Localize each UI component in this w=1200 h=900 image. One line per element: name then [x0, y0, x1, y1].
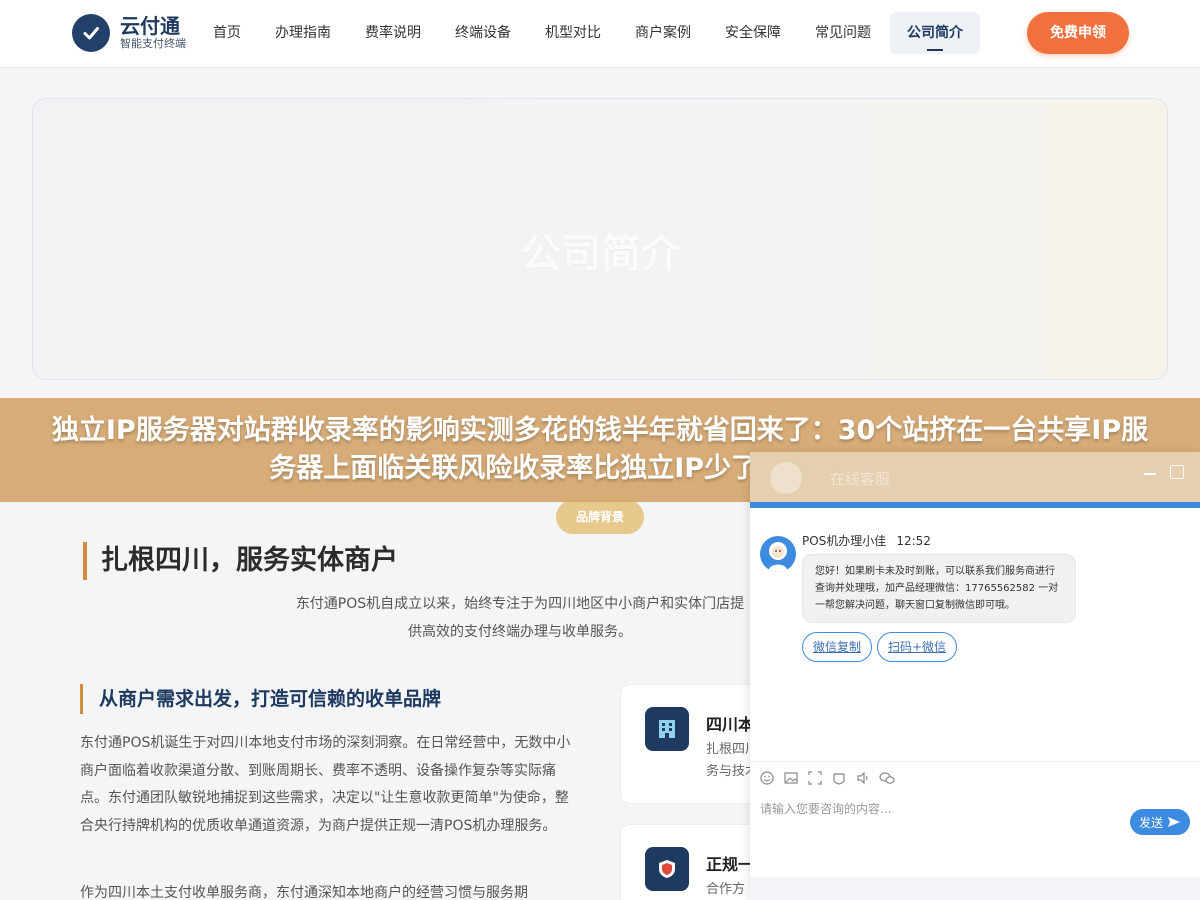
message-time: 12:52 — [896, 534, 931, 548]
chat-header: 在线客服 — [750, 452, 1200, 504]
brand-name: 云付通 — [120, 14, 180, 38]
chat-footer — [750, 877, 1200, 900]
copy-wechat-button[interactable]: 微信复制 — [802, 632, 872, 662]
agent-avatar — [760, 536, 796, 572]
nav-cases[interactable]: 商户案例 — [618, 12, 708, 54]
nav-faq[interactable]: 常见问题 — [798, 12, 888, 54]
building-icon — [645, 707, 689, 751]
hero-banner: 公司简介 — [32, 98, 1168, 380]
hero-title: 公司简介 — [521, 231, 681, 277]
section-badge: 品牌背景 — [556, 500, 644, 534]
scan-wechat-button[interactable]: 扫码+微信 — [877, 632, 957, 662]
story-paragraph-2: 作为四川本土支付收单服务商，东付通深知本地商户的经营习惯与服务期 — [80, 885, 528, 900]
nav-devices[interactable]: 终端设备 — [438, 12, 528, 54]
check-logo-icon — [72, 14, 110, 52]
brand-logo[interactable]: 云付通 智能支付终端 — [72, 14, 186, 52]
shield-icon — [645, 847, 689, 891]
section-description: 东付通POS机自成立以来，始终专注于为四川地区中小商户和实体门店提供高效的支付终… — [295, 596, 745, 640]
story-title: 从商户需求出发，打造可信赖的收单品牌 — [80, 684, 441, 714]
chat-header-stripe — [750, 502, 1200, 508]
voice-icon[interactable] — [854, 769, 872, 787]
send-button[interactable]: 发送 — [1130, 809, 1190, 835]
nav-guide[interactable]: 办理指南 — [258, 12, 348, 54]
site-header: 云付通 智能支付终端 首页 办理指南 费率说明 终端设备 机型对比 商户案例 安… — [0, 0, 1200, 68]
agent-name: POS机办理小佳 12:52 — [802, 534, 931, 548]
nav-rates[interactable]: 费率说明 — [348, 12, 438, 54]
wechat-icon[interactable] — [878, 769, 896, 787]
chat-header-avatar — [770, 462, 802, 494]
nav-security[interactable]: 安全保障 — [708, 12, 798, 54]
screenshot-icon[interactable] — [806, 769, 824, 787]
image-icon[interactable] — [782, 769, 800, 787]
chat-message: 您好！如果刷卡未及时到账，可以联系我们服务商进行查询并处理哦，加产品经理微信：1… — [802, 554, 1076, 623]
card-title: 四川本 — [706, 715, 755, 734]
emoji-icon[interactable] — [758, 769, 776, 787]
nav-home[interactable]: 首页 — [196, 12, 258, 54]
brand-tagline: 智能支付终端 — [120, 37, 186, 50]
rating-icon[interactable] — [830, 769, 848, 787]
chat-message-input[interactable] — [760, 799, 1120, 819]
maximize-icon[interactable] — [1170, 465, 1184, 479]
chat-widget: 在线客服 POS机办理小佳 12:52 您好！如果刷卡未及时到账，可以联系我们服务… — [750, 452, 1200, 900]
chat-toolbar — [758, 768, 902, 788]
main-nav: 首页 办理指南 费率说明 终端设备 机型对比 商户案例 安全保障 常见问题 公司… — [196, 12, 980, 54]
minimize-icon[interactable] — [1142, 466, 1158, 482]
chat-divider — [750, 761, 1200, 762]
nav-compare[interactable]: 机型对比 — [528, 12, 618, 54]
nav-about[interactable]: 公司简介 — [890, 12, 980, 54]
card-title: 正规一 — [706, 855, 755, 874]
section-title: 扎根四川，服务实体商户 — [83, 542, 398, 580]
chat-header-title: 在线客服 — [830, 470, 891, 488]
send-arrow-icon — [1168, 817, 1180, 827]
apply-button[interactable]: 免费申领 — [1027, 12, 1129, 54]
story-paragraph: 东付通POS机诞生于对四川本地支付市场的深刻洞察。在日常经营中，无数中小商户面临… — [80, 735, 571, 834]
